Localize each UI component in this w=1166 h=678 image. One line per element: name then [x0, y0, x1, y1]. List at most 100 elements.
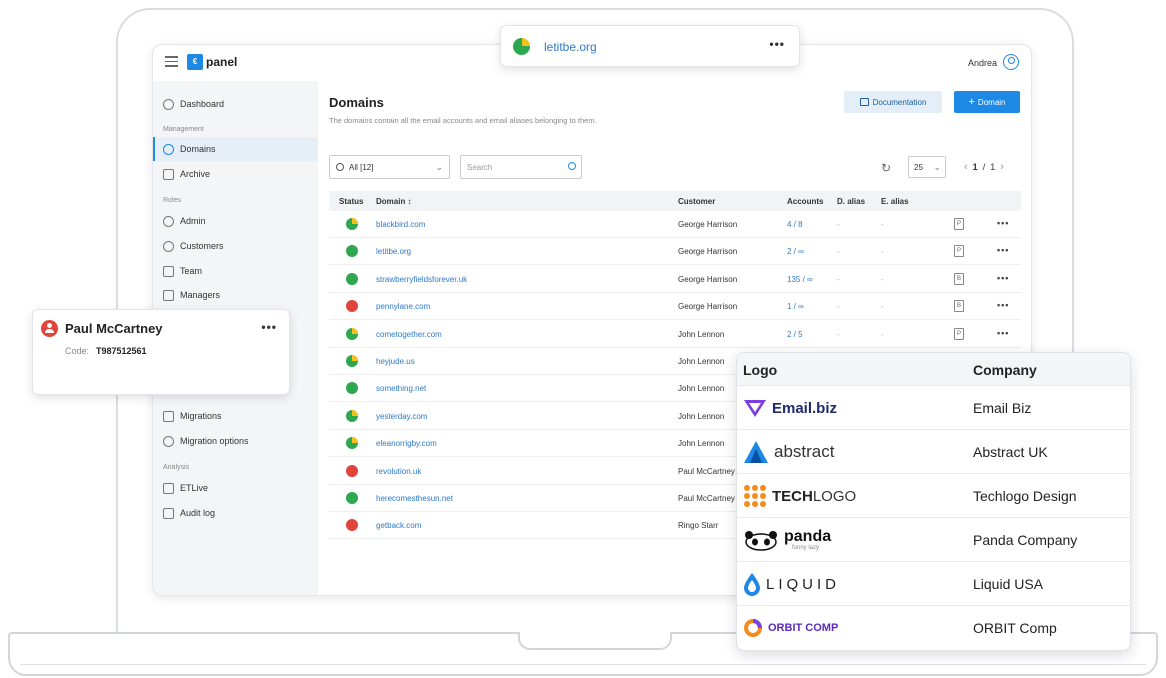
orbit-logo-icon — [744, 619, 762, 637]
domain-alias-count: - — [837, 247, 840, 257]
domain-link[interactable]: heyjude.us — [376, 357, 415, 366]
search-icon[interactable] — [568, 162, 576, 170]
sidebar-item-label: Migrations — [180, 411, 222, 421]
more-options-icon[interactable]: ••• — [261, 320, 277, 334]
sidebar-item-label: ETLive — [180, 483, 209, 493]
document-icon[interactable]: P — [954, 327, 964, 340]
document-icon[interactable]: B — [954, 300, 964, 313]
status-dot — [346, 327, 358, 340]
table-row[interactable]: pennylane.com George Harrison 1 / ∞ - - B ••• — [329, 293, 1021, 321]
domain-link[interactable]: eleanorrigby.com — [376, 439, 437, 448]
more-options-icon[interactable]: ••• — [997, 245, 1009, 255]
accounts-count[interactable]: 2 / ∞ — [787, 247, 804, 256]
sidebar-item-dashboard[interactable]: Dashboard — [163, 96, 224, 112]
logo-table-row: LIQUID Liquid USA — [737, 561, 1130, 605]
company-name: Panda Company — [973, 532, 1078, 548]
status-dot — [346, 355, 358, 367]
water-drop-icon — [744, 573, 760, 596]
domain-link[interactable]: getback.com — [376, 521, 421, 530]
domain-link[interactable]: cometogether.com — [376, 330, 442, 339]
domain-link[interactable]: something.net — [376, 384, 426, 393]
more-options-icon[interactable]: ••• — [997, 273, 1009, 283]
sidebar-item-label: Admin — [180, 216, 206, 226]
sidebar-item-migration-options[interactable]: Migration options — [163, 433, 249, 449]
sidebar-item-managers[interactable]: Managers — [163, 287, 220, 303]
customer-name: John Lennon — [678, 384, 725, 394]
sidebar-item-admin[interactable]: Admin — [163, 213, 206, 229]
accounts-count[interactable]: 135 / ∞ — [787, 275, 813, 284]
sidebar-item-etlive[interactable]: ETLive — [163, 480, 208, 496]
table-row[interactable]: strawberryfieldsforever.uk George Harriso… — [329, 266, 1021, 293]
page-description: The domains contain all the email accoun… — [329, 116, 597, 125]
customer-name: George Harrison — [678, 274, 738, 284]
sidebar-item-label: Migration options — [180, 436, 249, 446]
logo-table-row: panda funny lazy Panda Company — [737, 517, 1130, 561]
customer-name: George Harrison — [678, 302, 738, 312]
sidebar-item-audit-log[interactable]: Audit log — [163, 505, 215, 521]
accounts-count[interactable]: 2 / 5 — [787, 330, 803, 339]
customer-name: John Lennon — [678, 329, 725, 339]
domain-link[interactable]: strawberryfieldsforever.uk — [376, 275, 467, 284]
book-icon — [859, 98, 869, 106]
domain-link[interactable]: herecomesthesun.net — [376, 494, 453, 503]
user-card[interactable]: Paul McCartney ••• Code: T987512561 — [32, 309, 290, 395]
table-row[interactable]: letitbe.org George Harrison 2 / ∞ - - P ••• — [329, 238, 1021, 266]
more-options-icon[interactable]: ••• — [997, 328, 1009, 338]
domain-alias-count: - — [837, 220, 840, 229]
status-dot — [346, 218, 358, 230]
archive-icon — [163, 168, 174, 180]
sidebar-item-domains[interactable]: Domains — [163, 141, 216, 157]
logo-table-row: ORBIT COMP ORBIT Comp — [737, 605, 1130, 649]
more-options-icon[interactable]: ••• — [997, 300, 1009, 310]
table-row[interactable]: blackbird.com George Harrison 4 / 8 - - P ••• — [329, 211, 1021, 238]
sidebar-item-migrations[interactable]: Migrations — [163, 408, 222, 424]
domain-link[interactable]: blackbird.com — [376, 220, 425, 229]
document-icon[interactable]: P — [954, 218, 964, 230]
migrations-icon — [163, 410, 174, 422]
user-avatar-icon[interactable] — [1003, 54, 1019, 70]
sidebar-item-label: Domains — [180, 144, 216, 154]
techlogo-logo: TECH LOGO — [743, 484, 856, 508]
refresh-icon[interactable]: ↻ — [881, 161, 891, 175]
user-name[interactable]: Andrea — [968, 58, 997, 68]
status-filter-select[interactable]: All [12] ⌄ — [329, 155, 450, 179]
logo-company-table: Logo Company Email.biz Email Biz abstrac… — [736, 352, 1131, 651]
sidebar-item-label: Dashboard — [180, 99, 225, 109]
sidebar-item-label: Audit log — [180, 508, 216, 518]
per-page-select[interactable]: 25 ⌄ — [908, 156, 946, 178]
accounts-count[interactable]: 1 / ∞ — [787, 302, 804, 311]
panda-logo: panda funny lazy — [743, 528, 831, 552]
domain-link[interactable]: pennylane.com — [376, 302, 430, 311]
domain-link[interactable]: revolution.uk — [376, 467, 421, 476]
sidebar-item-team[interactable]: Team — [163, 263, 202, 279]
company-name: Email Biz — [973, 400, 1032, 416]
filter-icon — [336, 163, 344, 171]
globe-icon — [163, 240, 174, 252]
chevron-down-icon: ⌄ — [435, 162, 443, 172]
domain-card[interactable]: letitbe.org ••• — [500, 25, 800, 67]
domain-link[interactable]: letitbe.org — [376, 247, 411, 256]
domain-link[interactable]: yesterday.com — [376, 412, 427, 421]
customer-name: John Lennon — [678, 439, 725, 449]
document-icon[interactable]: B — [954, 272, 964, 285]
more-options-icon[interactable]: ••• — [997, 218, 1009, 228]
gear-icon — [163, 435, 174, 447]
table-row[interactable]: cometogether.com John Lennon 2 / 5 - - P ••• — [329, 321, 1021, 348]
column-header-status: Status — [339, 197, 364, 206]
column-header-domain[interactable]: Domain ↕ — [376, 197, 412, 206]
accounts-count[interactable]: 4 / 8 — [787, 220, 803, 229]
documentation-button[interactable]: Documentation — [844, 91, 942, 113]
menu-icon[interactable] — [165, 56, 178, 67]
prev-page-icon[interactable]: ‹ — [964, 161, 968, 173]
column-header-logo: Logo — [743, 362, 778, 378]
domain-card-name[interactable]: letitbe.org — [544, 40, 597, 54]
status-dot — [513, 38, 530, 55]
column-header-company: Company — [973, 362, 1037, 378]
next-page-icon[interactable]: › — [1000, 161, 1004, 173]
add-domain-button[interactable]: + Domain — [954, 91, 1020, 113]
more-options-icon[interactable]: ••• — [769, 37, 785, 51]
sidebar-item-customers[interactable]: Customers — [163, 238, 224, 254]
sidebar-item-archive[interactable]: Archive — [163, 166, 210, 182]
search-input[interactable]: Search — [460, 155, 582, 179]
document-icon[interactable]: P — [954, 245, 964, 258]
